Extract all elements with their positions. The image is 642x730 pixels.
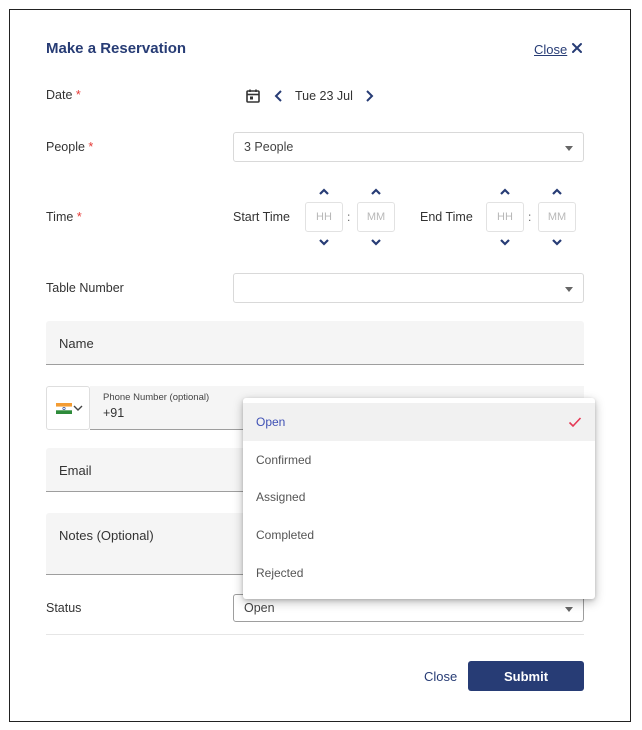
date-label: Date * (46, 88, 81, 102)
status-dropdown-menu: Open Confirmed Assigned Completed Reject… (243, 398, 595, 599)
start-minute-input[interactable]: MM (357, 202, 395, 232)
divider (46, 634, 584, 635)
dialog-title: Make a Reservation (46, 40, 187, 57)
flag-india-icon (56, 403, 72, 414)
time-separator: : (528, 210, 532, 224)
end-minute-input[interactable]: MM (538, 202, 576, 232)
phone-value: +91 (103, 406, 125, 420)
start-minute-down-icon[interactable] (369, 238, 383, 248)
chevron-down-icon (73, 405, 83, 411)
country-code-select[interactable] (46, 386, 90, 430)
end-minute-up-icon[interactable] (550, 186, 564, 196)
chevron-right-icon[interactable] (361, 88, 377, 104)
close-button[interactable]: Close (424, 669, 457, 684)
status-option-rejected[interactable]: Rejected (243, 554, 595, 592)
name-placeholder: Name (59, 336, 94, 351)
end-hour-up-icon[interactable] (498, 186, 512, 196)
date-value: Tue 23 Jul (295, 89, 353, 103)
required-mark: * (75, 88, 81, 102)
people-label: People * (46, 140, 94, 154)
start-hour-up-icon[interactable] (317, 186, 331, 196)
people-value: 3 People (244, 140, 294, 154)
time-separator: : (347, 210, 351, 224)
status-option-open[interactable]: Open (243, 403, 595, 441)
end-time-label: End Time (420, 210, 473, 224)
table-number-select[interactable] (233, 273, 584, 303)
status-label: Status (46, 601, 82, 615)
end-hour-down-icon[interactable] (498, 238, 512, 248)
calendar-icon[interactable] (245, 88, 261, 104)
close-icon[interactable] (570, 41, 584, 55)
caret-down-icon (565, 287, 573, 292)
phone-label: Phone Number (optional) (103, 392, 210, 403)
required-mark: * (76, 210, 82, 224)
start-hour-input[interactable]: HH (305, 202, 343, 232)
notes-placeholder: Notes (Optional) (59, 528, 154, 543)
status-option-confirmed[interactable]: Confirmed (243, 441, 595, 479)
end-hour-input[interactable]: HH (486, 202, 524, 232)
close-link[interactable]: Close (534, 42, 567, 57)
status-value: Open (244, 601, 275, 615)
caret-down-icon (565, 146, 573, 151)
option-label: Open (256, 415, 286, 429)
status-option-completed[interactable]: Completed (243, 516, 595, 554)
start-hour-down-icon[interactable] (317, 238, 331, 248)
required-mark: * (88, 140, 94, 154)
start-minute-up-icon[interactable] (369, 186, 383, 196)
people-select[interactable]: 3 People (233, 132, 584, 162)
date-picker: Tue 23 Jul (245, 86, 377, 106)
email-placeholder: Email (59, 463, 92, 478)
name-field[interactable]: Name (46, 321, 584, 365)
start-time-label: Start Time (233, 210, 290, 224)
submit-button[interactable]: Submit (468, 661, 584, 691)
chevron-left-icon[interactable] (271, 88, 287, 104)
table-number-label: Table Number (46, 281, 124, 295)
caret-down-icon (565, 607, 573, 612)
end-minute-down-icon[interactable] (550, 238, 564, 248)
check-icon (568, 417, 582, 428)
time-label: Time * (46, 210, 82, 224)
status-option-assigned[interactable]: Assigned (243, 478, 595, 516)
